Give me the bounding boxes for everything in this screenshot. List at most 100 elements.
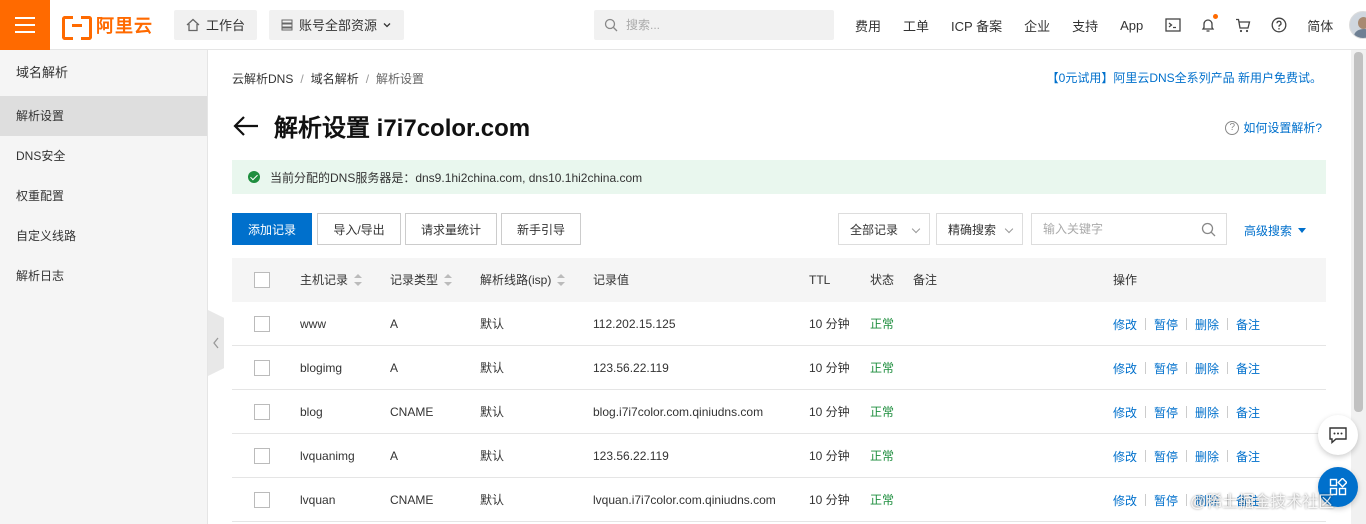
- resources-dropdown[interactable]: 账号全部资源: [269, 9, 405, 40]
- question-icon: ?: [1225, 120, 1240, 135]
- remark-link[interactable]: 备注: [1236, 404, 1260, 421]
- delete-link[interactable]: 删除: [1195, 404, 1219, 421]
- advanced-search-link[interactable]: 高级搜索: [1244, 222, 1307, 239]
- action-divider: [1186, 450, 1188, 462]
- chat-icon: [1329, 427, 1347, 444]
- nav-support[interactable]: 支持: [1072, 16, 1098, 35]
- header-value: 记录值: [593, 273, 630, 287]
- keyword-search[interactable]: [1031, 213, 1227, 245]
- edit-link[interactable]: 修改: [1113, 492, 1137, 509]
- pause-link[interactable]: 暂停: [1154, 404, 1178, 421]
- header-line[interactable]: 解析线路(isp): [480, 258, 566, 302]
- global-search[interactable]: [594, 10, 834, 40]
- search-input[interactable]: [626, 18, 816, 32]
- breadcrumb-dns[interactable]: 云解析DNS: [232, 72, 293, 86]
- avatar[interactable]: [1349, 11, 1366, 39]
- header-type[interactable]: 记录类型: [390, 258, 453, 302]
- pause-link[interactable]: 暂停: [1154, 448, 1178, 465]
- sidebar-item-resolve-settings[interactable]: 解析设置: [0, 96, 207, 136]
- sidebar-item-dns-security[interactable]: DNS安全: [0, 136, 207, 176]
- cell-line: 默认: [480, 405, 505, 419]
- add-record-button[interactable]: 添加记录: [232, 213, 312, 245]
- edit-link[interactable]: 修改: [1113, 316, 1137, 333]
- search-mode-select[interactable]: 精确搜索: [936, 213, 1023, 245]
- action-divider: [1145, 362, 1147, 374]
- sidebar: 域名解析 解析设置 DNS安全 权重配置 自定义线路 解析日志: [0, 50, 208, 524]
- language-switch[interactable]: 简体: [1307, 16, 1333, 35]
- sort-icon[interactable]: [557, 273, 566, 286]
- keyword-input[interactable]: [1043, 222, 1193, 236]
- sidebar-item-logs[interactable]: 解析日志: [0, 256, 207, 296]
- nav-app[interactable]: App: [1120, 18, 1143, 33]
- pause-link[interactable]: 暂停: [1154, 360, 1178, 377]
- scrollbar[interactable]: [1351, 50, 1366, 524]
- delete-link[interactable]: 删除: [1195, 360, 1219, 377]
- import-export-button[interactable]: 导入/导出: [317, 213, 401, 245]
- sidebar-collapse-handle[interactable]: [208, 310, 224, 376]
- aliyun-logo[interactable]: 阿里云: [62, 12, 162, 40]
- cell-host: blog: [300, 405, 323, 419]
- row-checkbox[interactable]: [254, 404, 270, 420]
- remark-link[interactable]: 备注: [1236, 448, 1260, 465]
- feedback-chat-button[interactable]: [1318, 415, 1358, 455]
- bell-icon[interactable]: [1201, 14, 1219, 33]
- help-link[interactable]: ? 如何设置解析?: [1225, 119, 1322, 136]
- menu-icon[interactable]: [0, 0, 50, 50]
- dns-records-table: 主机记录 记录类型 解析线路(isp) 记录值 TTL 状态 备注 操作 www…: [232, 258, 1326, 522]
- chevron-down-icon: [911, 224, 921, 234]
- terminal-icon[interactable]: [1165, 18, 1181, 32]
- table-row: lvquan CNAME 默认 lvquan.i7i7color.com.qiniud…: [232, 478, 1326, 522]
- workbench-button[interactable]: 工作台: [174, 9, 258, 40]
- edit-link[interactable]: 修改: [1113, 448, 1137, 465]
- header-host[interactable]: 主机记录: [300, 258, 363, 302]
- cell-host: lvquan: [300, 493, 336, 507]
- request-stats-button[interactable]: 请求量统计: [405, 213, 497, 245]
- cell-value: 123.56.22.119: [593, 449, 669, 463]
- edit-link[interactable]: 修改: [1113, 404, 1137, 421]
- scrollbar-thumb[interactable]: [1354, 52, 1363, 412]
- record-filter-select[interactable]: 全部记录: [838, 213, 930, 245]
- header-remark: 备注: [913, 273, 938, 287]
- row-actions: 修改 暂停 删除 备注: [1113, 434, 1260, 478]
- row-checkbox[interactable]: [254, 448, 270, 464]
- nav-icp[interactable]: ICP 备案: [951, 16, 1002, 35]
- select-all-checkbox[interactable]: [254, 272, 270, 288]
- nav-enterprise[interactable]: 企业: [1024, 16, 1050, 35]
- guide-button[interactable]: 新手引导: [501, 213, 581, 245]
- nav-billing[interactable]: 费用: [855, 16, 881, 35]
- delete-link[interactable]: 删除: [1195, 448, 1219, 465]
- table-body: www A 默认 112.202.15.125 10 分钟 正常 修改 暂停 删除 备注 blogi…: [232, 302, 1326, 522]
- sidebar-item-custom-lines[interactable]: 自定义线路: [0, 216, 207, 256]
- edit-link[interactable]: 修改: [1113, 360, 1137, 377]
- pause-link[interactable]: 暂停: [1154, 492, 1178, 509]
- nav-tickets[interactable]: 工单: [903, 16, 929, 35]
- row-checkbox[interactable]: [254, 360, 270, 376]
- action-divider: [1145, 450, 1147, 462]
- sidebar-item-weight[interactable]: 权重配置: [0, 176, 207, 216]
- pause-link[interactable]: 暂停: [1154, 316, 1178, 333]
- search-icon[interactable]: [1201, 222, 1216, 237]
- breadcrumb-domain[interactable]: 域名解析: [311, 72, 359, 86]
- row-checkbox[interactable]: [254, 492, 270, 508]
- delete-link[interactable]: 删除: [1195, 316, 1219, 333]
- sort-icon[interactable]: [444, 273, 453, 286]
- back-arrow-icon[interactable]: [232, 114, 260, 138]
- sort-icon[interactable]: [354, 273, 363, 286]
- row-actions: 修改 暂停 删除 备注: [1113, 302, 1260, 346]
- remark-link[interactable]: 备注: [1236, 360, 1260, 377]
- dns-server-notice: 当前分配的DNS服务器是：dns9.1hi2china.com, dns10.1…: [232, 160, 1326, 194]
- breadcrumb: 云解析DNS / 域名解析 / 解析设置: [232, 72, 425, 86]
- cell-status: 正常: [870, 317, 895, 331]
- row-checkbox[interactable]: [254, 316, 270, 332]
- action-divider: [1227, 406, 1229, 418]
- promo-link[interactable]: 【0元试用】阿里云DNS全系列产品 新用户免费试。: [1047, 69, 1322, 86]
- sidebar-title[interactable]: 域名解析: [0, 50, 207, 96]
- cart-icon[interactable]: [1235, 18, 1251, 33]
- remark-link[interactable]: 备注: [1236, 316, 1260, 333]
- cell-type: A: [390, 317, 399, 331]
- cell-status: 正常: [870, 405, 895, 419]
- action-divider: [1186, 494, 1188, 506]
- server-icon: [281, 19, 293, 30]
- help-icon[interactable]: [1271, 17, 1287, 33]
- chevron-down-icon: [383, 22, 391, 27]
